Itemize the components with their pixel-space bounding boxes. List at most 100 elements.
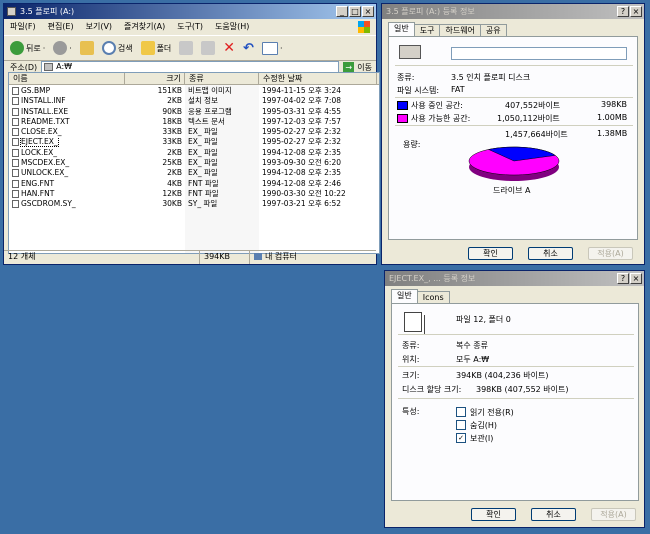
- column-name[interactable]: 이름: [9, 73, 125, 84]
- apply-button[interactable]: 적용(A): [591, 508, 636, 521]
- undo-icon: ↶: [243, 40, 254, 56]
- folders-button[interactable]: 폴더: [139, 39, 174, 57]
- file-row[interactable]: README.TXT 18KB 텍스트 문서 1997-12-03 오후 7:57: [9, 117, 379, 127]
- column-date[interactable]: 수정한 날짜: [259, 73, 377, 84]
- menu-tools[interactable]: 도구(T): [177, 19, 203, 35]
- tab-general[interactable]: 일반: [391, 289, 418, 304]
- file-name: EJECT.EX_: [20, 137, 59, 148]
- minimize-button[interactable]: _: [336, 6, 348, 17]
- file-size: 18KB: [162, 116, 182, 126]
- windows-logo-icon: [358, 21, 370, 33]
- back-arrow-icon: [10, 41, 24, 55]
- checkbox[interactable]: [456, 407, 466, 417]
- file-type: SY_ 파일: [188, 199, 218, 209]
- file-row[interactable]: GSCDROM.SY_ 30KB SY_ 파일 1997-03-21 오후 6:52: [9, 199, 379, 209]
- up-folder-icon: [79, 41, 94, 55]
- file-row[interactable]: INSTALL.EXE 90KB 응용 프로그램 1995-03-31 오후 4:55: [9, 107, 379, 117]
- file-row[interactable]: CLOSE.EX_ 33KB EX_ 파일 1995-02-27 오후 2:32: [9, 127, 379, 137]
- column-size[interactable]: 크기: [125, 73, 185, 84]
- file-row[interactable]: EJECT.EX_ 33KB EX_ 파일 1995-02-27 오후 2:32: [9, 137, 379, 148]
- file-type: 설치 정보: [188, 96, 218, 106]
- file-type: EX_ 파일: [188, 137, 218, 147]
- checkbox[interactable]: ✓: [456, 433, 466, 443]
- free-color-swatch: [397, 114, 408, 123]
- close-button[interactable]: ×: [630, 6, 642, 17]
- file-icon: [12, 87, 19, 95]
- attribute-option[interactable]: 숨김(H): [456, 419, 514, 431]
- go-button[interactable]: → 이동: [343, 61, 376, 73]
- file-row[interactable]: LOCK.EX_ 2KB EX_ 파일 1994-12-08 오후 2:35: [9, 148, 379, 158]
- file-size: 33KB: [162, 137, 182, 147]
- file-type: EX_ 파일: [188, 158, 218, 168]
- file-type: EX_ 파일: [188, 147, 218, 157]
- file-row[interactable]: MSCDEX.EX_ 25KB EX_ 파일 1993-09-30 오전 6:20: [9, 158, 379, 168]
- menu-view[interactable]: 보기(V): [86, 19, 112, 35]
- drive-properties-titlebar[interactable]: 3.5 플로피 (A:) 등록 정보 ? ×: [382, 4, 644, 19]
- help-button[interactable]: ?: [617, 273, 629, 284]
- window-title: 3.5 플로피 (A:): [20, 7, 75, 16]
- file-date: 1995-03-31 오후 4:55: [262, 106, 341, 116]
- file-size: 90KB: [162, 106, 182, 116]
- maximize-button[interactable]: □: [349, 6, 361, 17]
- used-bytes: 407,552바이트: [505, 101, 561, 110]
- copy-to-button[interactable]: [199, 39, 217, 57]
- views-button[interactable]: ·: [260, 39, 285, 57]
- size-label: 크기:: [402, 371, 420, 380]
- menu-help[interactable]: 도움말(H): [215, 19, 249, 35]
- cancel-button[interactable]: 취소: [531, 508, 576, 521]
- column-type[interactable]: 종류: [185, 73, 259, 84]
- drive-properties-window: 3.5 플로피 (A:) 등록 정보 ? × 일반 도구 하드웨어 공유 종류:…: [381, 3, 645, 265]
- file-list[interactable]: 이름 크기 종류 수정한 날짜 GS.BMP 151KB 비트맵 이미지 1994-1…: [8, 72, 380, 254]
- go-arrow-icon: →: [343, 61, 355, 73]
- move-to-button[interactable]: [177, 39, 195, 57]
- used-label: 사용 중인 공간:: [411, 101, 463, 110]
- disk-size-label: 디스크 할당 크기:: [402, 385, 462, 394]
- menu-edit[interactable]: 편집(E): [48, 19, 74, 35]
- file-icon: [12, 200, 19, 209]
- cancel-button[interactable]: 취소: [528, 247, 573, 260]
- file-date: 1997-03-21 오후 6:52: [262, 199, 341, 209]
- disk-usage-pie-chart: [468, 146, 560, 181]
- checkbox-label: 읽기 전용(R): [470, 407, 514, 417]
- file-row[interactable]: UNLOCK.EX_ 2KB EX_ 파일 1994-12-08 오후 2:35: [9, 168, 379, 178]
- back-button[interactable]: 뒤로 ·: [8, 39, 47, 57]
- file-name: INSTALL.EXE: [21, 106, 69, 116]
- drive-name-input[interactable]: [451, 47, 627, 60]
- forward-button[interactable]: ·: [51, 39, 74, 57]
- attribute-option[interactable]: ✓ 보관(I): [456, 432, 514, 444]
- file-row[interactable]: INSTALL.INF 2KB 설치 정보 1997-04-02 오후 7:08: [9, 96, 379, 106]
- file-row[interactable]: HAN.FNT 12KB FNT 파일 1990-03-30 오전 10:22: [9, 189, 379, 199]
- ok-button[interactable]: 확인: [468, 247, 513, 260]
- file-row[interactable]: ENG.FNT 4KB FNT 파일 1994-12-08 오후 2:46: [9, 179, 379, 189]
- explorer-titlebar[interactable]: 3.5 플로피 (A:) _ □ ×: [4, 4, 376, 19]
- file-name: UNLOCK.EX_: [21, 168, 69, 178]
- help-button[interactable]: ?: [617, 6, 629, 17]
- file-name: LOCK.EX_: [21, 147, 57, 157]
- close-button[interactable]: ×: [362, 6, 374, 17]
- status-bar: 12 개체 394KB 내 컴퓨터: [4, 250, 376, 264]
- tab-general[interactable]: 일반: [388, 22, 415, 37]
- type-value: 3.5 인치 플로피 디스크: [451, 73, 531, 82]
- file-icon: [12, 169, 19, 178]
- file-row[interactable]: GS.BMP 151KB 비트맵 이미지 1994-11-15 오후 3:24: [9, 86, 379, 96]
- checkbox[interactable]: [456, 420, 466, 430]
- general-panel: 종류: 3.5 인치 플로피 디스크 파일 시스템: FAT 사용 중인 공간:…: [388, 36, 638, 240]
- file-size: 4KB: [167, 178, 182, 188]
- undo-button[interactable]: ↶: [241, 39, 256, 57]
- menu-file[interactable]: 파일(F): [10, 19, 36, 35]
- close-button[interactable]: ×: [630, 273, 642, 284]
- file-properties-titlebar[interactable]: EJECT.EX_, ... 등록 정보 ? ×: [385, 271, 644, 286]
- attribute-option[interactable]: 읽기 전용(R): [456, 406, 514, 418]
- menu-favorites[interactable]: 즐겨찾기(A): [124, 19, 165, 35]
- type-value: 복수 종류: [456, 341, 488, 350]
- views-icon: [261, 41, 278, 55]
- delete-button[interactable]: ✕: [221, 39, 237, 57]
- free-mb: 1.00MB: [597, 113, 628, 122]
- file-icon: [12, 117, 19, 126]
- file-type: 텍스트 문서: [188, 116, 225, 126]
- delete-icon: ✕: [223, 40, 236, 56]
- apply-button[interactable]: 적용(A): [588, 247, 633, 260]
- ok-button[interactable]: 확인: [471, 508, 516, 521]
- search-button[interactable]: 검색: [100, 39, 135, 57]
- up-folder-button[interactable]: [78, 39, 96, 57]
